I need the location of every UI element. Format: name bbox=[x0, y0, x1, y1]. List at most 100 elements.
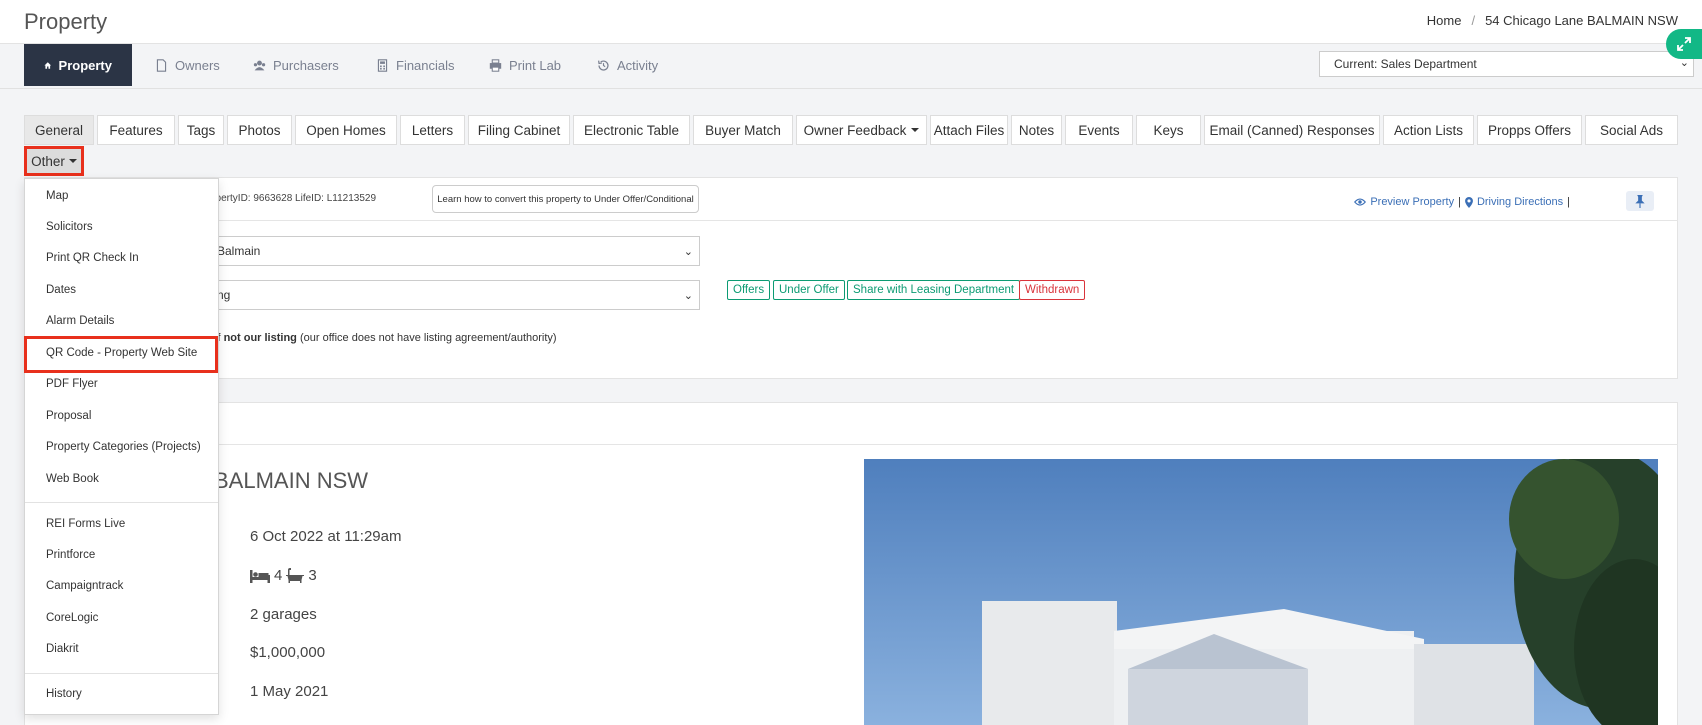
menu-item-printforce[interactable]: Printforce bbox=[46, 549, 95, 561]
garages: 2 garages bbox=[250, 606, 317, 623]
listing-status-select[interactable]: ng ⌄ bbox=[210, 280, 700, 310]
bath-icon bbox=[286, 568, 305, 583]
menu-item-dates[interactable]: Dates bbox=[46, 284, 76, 296]
tab-activity[interactable]: Activity bbox=[597, 44, 658, 86]
summary-panel-header bbox=[24, 402, 1678, 445]
tab-financials[interactable]: Financials bbox=[376, 44, 455, 86]
main-nav: Property Owners Purchasers Financials Pr… bbox=[0, 44, 1702, 89]
menu-item-rei-forms-live[interactable]: REI Forms Live bbox=[46, 518, 125, 530]
tab-purchasers[interactable]: Purchasers bbox=[253, 44, 339, 86]
menu-item-print-qr-check-in[interactable]: Print QR Check In bbox=[46, 252, 139, 264]
chevron-down-icon: ⌄ bbox=[683, 290, 693, 302]
menu-item-diakrit[interactable]: Diakrit bbox=[46, 643, 79, 655]
subtab-electronic-table[interactable]: Electronic Table bbox=[573, 115, 690, 145]
subtab-open-homes[interactable]: Open Homes bbox=[295, 115, 397, 145]
subtab-notes[interactable]: Notes bbox=[1011, 115, 1062, 145]
menu-item-solicitors[interactable]: Solicitors bbox=[46, 221, 93, 233]
suburb-select[interactable]: Balmain ⌄ bbox=[210, 236, 700, 266]
share-leasing-button[interactable]: Share with Leasing Department bbox=[847, 280, 1021, 300]
under-offer-button[interactable]: Under Offer bbox=[773, 280, 845, 300]
subtab-label: Propps Offers bbox=[1487, 122, 1572, 138]
withdrawn-button[interactable]: Withdrawn bbox=[1019, 280, 1086, 300]
subtab-photos[interactable]: Photos bbox=[227, 115, 292, 145]
pin-button[interactable] bbox=[1626, 191, 1654, 211]
breadcrumb-separator: / bbox=[1471, 13, 1476, 28]
suburb-select-value: Balmain bbox=[217, 244, 261, 258]
file-icon bbox=[156, 58, 167, 72]
listing-status-select-value: ng bbox=[217, 288, 231, 302]
subtab-attach-files[interactable]: Attach Files bbox=[930, 115, 1008, 145]
learn-convert-button[interactable]: Learn how to convert this property to Un… bbox=[432, 185, 699, 213]
link-separator: | bbox=[1458, 196, 1461, 208]
not-our-listing-note: if not our listing (our office does not … bbox=[215, 332, 557, 344]
subtab-action-lists[interactable]: Action Lists bbox=[1383, 115, 1474, 145]
secondary-date: 1 May 2021 bbox=[250, 683, 329, 700]
subtab-email-canned-responses[interactable]: Email (Canned) Responses bbox=[1204, 115, 1380, 145]
bed-bath-info: 4 3 bbox=[250, 567, 317, 584]
menu-item-campaigntrack[interactable]: Campaigntrack bbox=[46, 580, 123, 592]
breadcrumb-home[interactable]: Home bbox=[1427, 13, 1462, 28]
property-links: Preview Property | Driving Directions | bbox=[1354, 196, 1570, 208]
caret-down-icon bbox=[68, 159, 77, 163]
department-select[interactable]: Current: Sales Department ⌄ bbox=[1319, 51, 1694, 77]
subtab-buyer-match[interactable]: Buyer Match bbox=[693, 115, 793, 145]
tab-owners[interactable]: Owners bbox=[155, 44, 220, 86]
subtab-propps-offers[interactable]: Propps Offers bbox=[1477, 115, 1582, 145]
property-photo bbox=[864, 459, 1658, 725]
pin-icon bbox=[1635, 194, 1645, 208]
listed-date: 6 Oct 2022 at 11:29am bbox=[250, 528, 402, 545]
bed-icon bbox=[250, 569, 270, 583]
other-dropdown-menu: Map Solicitors Print QR Check In Dates A… bbox=[24, 178, 219, 715]
menu-divider bbox=[25, 502, 218, 503]
tab-owners-label: Owners bbox=[175, 57, 220, 73]
subtab-label: Keys bbox=[1153, 122, 1184, 138]
caret-down-icon bbox=[911, 128, 920, 132]
menu-item-pdf-flyer[interactable]: PDF Flyer bbox=[46, 378, 98, 390]
subtab-label: Photos bbox=[238, 122, 281, 138]
tab-print-lab[interactable]: Print Lab bbox=[489, 44, 561, 86]
menu-item-corelogic[interactable]: CoreLogic bbox=[46, 612, 98, 624]
menu-item-history[interactable]: History bbox=[46, 688, 82, 700]
property-address: BALMAIN NSW bbox=[214, 468, 369, 493]
tab-property[interactable]: Property bbox=[24, 44, 132, 86]
subtab-owner-feedback[interactable]: Owner Feedback bbox=[796, 115, 927, 145]
subtab-label: Attach Files bbox=[933, 122, 1005, 138]
breadcrumb: Home / 54 Chicago Lane BALMAIN NSW bbox=[1427, 13, 1678, 28]
offers-button[interactable]: Offers bbox=[727, 280, 771, 300]
subtab-features[interactable]: Features bbox=[97, 115, 175, 145]
bath-count: 3 bbox=[308, 567, 317, 584]
expand-button[interactable] bbox=[1666, 29, 1702, 59]
tab-purchasers-label: Purchasers bbox=[273, 57, 339, 73]
tab-financials-label: Financials bbox=[396, 57, 455, 73]
subtab-label: Notes bbox=[1018, 122, 1055, 138]
subtab-filing-cabinet[interactable]: Filing Cabinet bbox=[468, 115, 570, 145]
price: $1,000,000 bbox=[250, 644, 326, 661]
subtab-label: Buyer Match bbox=[705, 122, 781, 138]
subtab-general[interactable]: General bbox=[24, 115, 94, 145]
subtab-label: Electronic Table bbox=[583, 122, 680, 138]
subtab-label: Letters bbox=[411, 122, 454, 138]
menu-item-map[interactable]: Map bbox=[46, 190, 68, 202]
subtab-label: Owner Feedback bbox=[803, 122, 907, 138]
page-title: Property bbox=[24, 9, 108, 34]
driving-directions-link[interactable]: Driving Directions bbox=[1477, 196, 1563, 208]
eye-icon bbox=[1354, 198, 1367, 206]
subtab-letters[interactable]: Letters bbox=[400, 115, 465, 145]
history-icon bbox=[598, 59, 609, 71]
subtab-keys[interactable]: Keys bbox=[1136, 115, 1201, 145]
subtab-events[interactable]: Events bbox=[1065, 115, 1133, 145]
house-photo-image bbox=[864, 459, 1658, 725]
users-icon bbox=[253, 60, 266, 70]
highlight-box bbox=[24, 336, 218, 373]
bed-count: 4 bbox=[274, 567, 283, 584]
subtab-social-ads[interactable]: Social Ads bbox=[1585, 115, 1678, 145]
subtab-label: Events bbox=[1078, 122, 1120, 138]
subtab-tags[interactable]: Tags bbox=[178, 115, 224, 145]
menu-item-alarm-details[interactable]: Alarm Details bbox=[46, 315, 114, 327]
menu-item-proposal[interactable]: Proposal bbox=[46, 410, 91, 422]
subtab-label: Social Ads bbox=[1599, 122, 1664, 138]
other-dropdown-button[interactable]: Other bbox=[24, 146, 84, 176]
menu-item-property-categories[interactable]: Property Categories (Projects) bbox=[46, 441, 201, 453]
preview-property-link[interactable]: Preview Property bbox=[1370, 196, 1454, 208]
menu-item-web-book[interactable]: Web Book bbox=[46, 473, 99, 485]
